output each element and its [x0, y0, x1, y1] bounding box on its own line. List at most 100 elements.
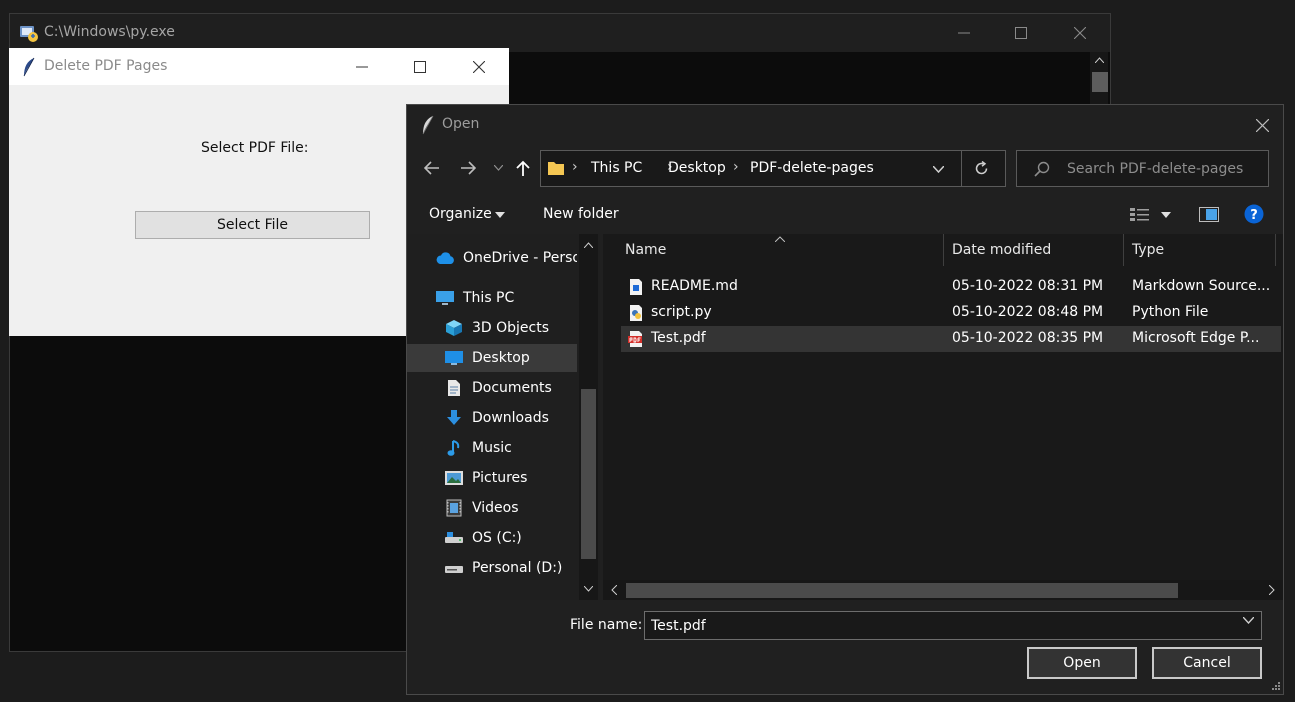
dialog-title: Open [442, 116, 480, 132]
file-name-input[interactable] [644, 611, 1262, 640]
console-scrollbar[interactable] [1090, 52, 1108, 110]
recent-locations-button[interactable] [491, 155, 505, 181]
scroll-down-icon[interactable] [584, 586, 593, 592]
back-button[interactable] [421, 155, 443, 181]
navigation-pane[interactable]: OneDrive - Personal This PC 3D Objects D… [407, 234, 600, 600]
tk-minimize-button[interactable] [339, 48, 385, 85]
open-button[interactable]: Open [1027, 647, 1137, 679]
address-separator-icon: › [733, 159, 739, 175]
feather-icon [23, 57, 35, 77]
scroll-up-icon[interactable] [584, 242, 593, 248]
console-minimize-button[interactable] [941, 14, 987, 52]
file-list-scroll-thumb[interactable] [626, 583, 1178, 598]
scroll-right-icon[interactable] [1269, 585, 1275, 595]
file-date: 05-10-2022 08:48 PM [952, 304, 1104, 320]
cube-icon [444, 318, 464, 338]
nav-3d-objects[interactable]: 3D Objects [407, 314, 577, 342]
tk-maximize-button[interactable] [397, 48, 443, 85]
nav-videos[interactable]: Videos [407, 494, 577, 522]
file-date: 05-10-2022 08:35 PM [952, 330, 1104, 346]
console-title: C:\Windows\py.exe [44, 24, 175, 40]
cancel-button[interactable]: Cancel [1152, 647, 1262, 679]
forward-button[interactable] [457, 155, 479, 181]
console-title-bar[interactable]: C:\Windows\py.exe [10, 14, 1110, 52]
console-close-button[interactable] [1057, 14, 1103, 52]
nav-desktop[interactable]: Desktop [407, 344, 577, 372]
feather-icon [422, 115, 434, 135]
chevron-down-icon [493, 165, 503, 171]
column-header-type[interactable]: Type [1132, 242, 1164, 258]
tk-close-button[interactable] [456, 48, 502, 85]
nav-drive-d[interactable]: Personal (D:) [407, 554, 577, 582]
search-box[interactable]: Search PDF-delete-pages [1016, 150, 1269, 187]
nav-documents[interactable]: Documents [407, 374, 577, 402]
select-pdf-label: Select PDF File: [201, 140, 309, 156]
up-button[interactable] [513, 155, 533, 181]
address-segment[interactable]: Desktop [668, 160, 726, 176]
file-name-label: File name: [570, 617, 643, 633]
tk-title: Delete PDF Pages [44, 58, 168, 74]
dialog-close-button[interactable] [1249, 113, 1275, 137]
new-folder-button[interactable]: New folder [543, 206, 619, 222]
address-bar[interactable]: › This PC › Desktop › PDF-delete-pages [540, 150, 1006, 187]
nav-item-label: Desktop [472, 350, 530, 366]
maximize-icon [414, 60, 426, 73]
file-date: 05-10-2022 08:31 PM [952, 278, 1104, 294]
address-segment[interactable]: PDF-delete-pages [750, 160, 874, 176]
address-segment[interactable]: This PC [591, 160, 642, 176]
close-icon [1255, 118, 1269, 132]
python-launcher-icon [20, 26, 38, 42]
nav-pictures[interactable]: Pictures [407, 464, 577, 492]
preview-pane-icon[interactable] [1199, 207, 1219, 222]
console-scroll-thumb[interactable] [1092, 72, 1108, 92]
file-row-selected[interactable]: Test.pdf 05-10-2022 08:35 PM Microsoft E… [621, 326, 1281, 352]
nav-downloads[interactable]: Downloads [407, 404, 577, 432]
nav-drive-c[interactable]: OS (C:) [407, 524, 577, 552]
computer-icon [435, 288, 455, 308]
open-file-dialog: Open › This PC › Desktop › PDF-delete-pa… [406, 104, 1284, 695]
caret-down-icon[interactable] [1161, 212, 1171, 218]
column-divider[interactable] [1123, 234, 1124, 266]
file-list-horizontal-scrollbar[interactable] [603, 580, 1283, 600]
tk-title-bar[interactable]: Delete PDF Pages [9, 48, 509, 85]
refresh-icon[interactable] [974, 161, 989, 176]
download-icon [444, 408, 464, 428]
file-row[interactable]: script.py 05-10-2022 08:48 PM Python Fil… [621, 300, 1281, 326]
help-icon[interactable]: ? [1244, 204, 1264, 224]
nav-this-pc[interactable]: This PC [407, 284, 577, 312]
nav-item-label: OneDrive - Personal [463, 250, 577, 266]
dialog-title-bar[interactable]: Open [407, 105, 1283, 143]
desktop-icon [444, 348, 464, 368]
file-type: Markdown Source... [1132, 278, 1271, 294]
column-header-date[interactable]: Date modified [952, 242, 1051, 258]
navigation-scroll-thumb[interactable] [581, 389, 596, 559]
arrow-up-icon [516, 160, 530, 176]
music-icon [444, 438, 464, 458]
nav-item-label: Documents [472, 380, 552, 396]
organize-menu[interactable]: Organize [429, 206, 492, 222]
console-maximize-button[interactable] [998, 14, 1044, 52]
scroll-left-icon[interactable] [611, 585, 617, 595]
nav-item-label: Pictures [472, 470, 528, 486]
column-divider[interactable] [1275, 234, 1276, 266]
view-options-icon[interactable] [1129, 206, 1151, 222]
markdown-file-icon [630, 279, 642, 295]
file-type: Python File [1132, 304, 1209, 320]
column-header-name[interactable]: Name [625, 242, 666, 258]
nav-item-label: Downloads [472, 410, 549, 426]
chevron-down-icon[interactable] [1243, 617, 1254, 624]
file-row[interactable]: README.md 05-10-2022 08:31 PM Markdown S… [621, 274, 1281, 300]
column-divider[interactable] [943, 234, 944, 266]
select-file-button[interactable]: Select File [135, 211, 370, 239]
resize-grip-icon[interactable] [1271, 681, 1281, 691]
pdf-file-icon [628, 331, 642, 347]
drive-icon [444, 528, 464, 548]
file-type: Microsoft Edge P... [1132, 330, 1260, 346]
navigation-scrollbar[interactable] [579, 234, 598, 600]
file-name: README.md [651, 278, 738, 294]
nav-music[interactable]: Music [407, 434, 577, 462]
search-icon [1034, 161, 1050, 177]
file-list[interactable]: Name Date modified Type README.md 05-10-… [603, 234, 1283, 600]
chevron-down-icon[interactable] [933, 166, 944, 173]
nav-onedrive[interactable]: OneDrive - Personal [407, 244, 577, 272]
